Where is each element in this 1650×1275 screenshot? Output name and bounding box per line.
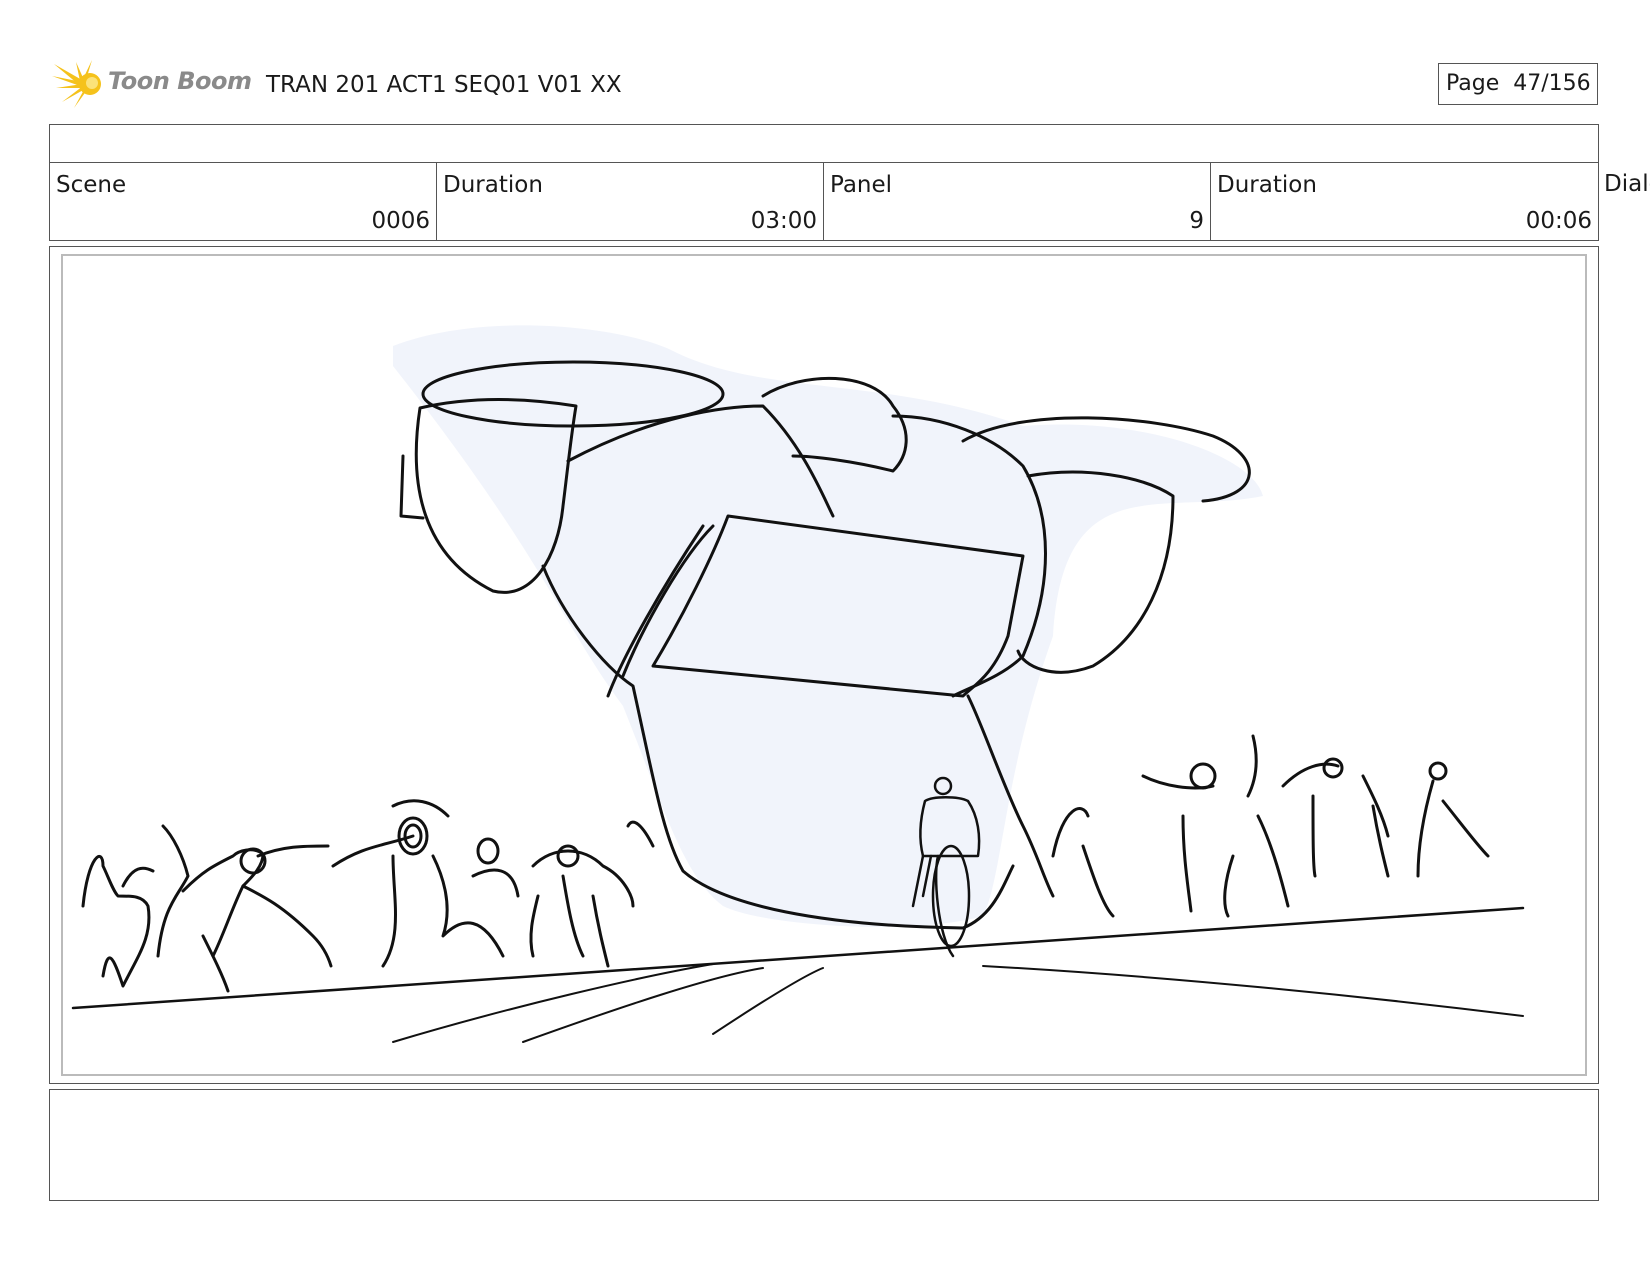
panel-duration-cell: Duration 00:06 <box>1210 162 1599 241</box>
dialogue-label: Dialo <box>1604 171 1650 197</box>
scene-label: Scene <box>56 172 127 198</box>
page-label: Page <box>1446 71 1500 96</box>
scene-info-row: Scene 0006 Duration 03:00 Panel 9 Durati… <box>49 162 1599 241</box>
road-line-3 <box>712 967 824 1035</box>
robot-fill <box>393 325 1263 927</box>
scene-value: 0006 <box>371 208 430 234</box>
toon-boom-logo: Toon Boom <box>52 58 252 110</box>
page-number: 47/156 <box>1513 71 1591 96</box>
scene-cell: Scene 0006 <box>49 162 437 241</box>
panel-value: 9 <box>1189 208 1204 234</box>
document-title: TRAN 201 ACT1 SEQ01 V01 XX <box>266 72 622 98</box>
page-indicator: Page 47/156 <box>1438 63 1598 105</box>
road-line-2 <box>522 967 764 1043</box>
crowd-left <box>81 799 655 993</box>
storyboard-sketch <box>71 325 1525 1043</box>
panel-label: Panel <box>830 172 893 198</box>
storyboard-panel <box>61 254 1587 1076</box>
road-line-4 <box>982 965 1524 1017</box>
panel-cell: Panel 9 <box>823 162 1211 241</box>
panel-duration-value: 00:06 <box>1525 208 1592 234</box>
dialogue-notes-box <box>49 1089 1599 1201</box>
crowd-right <box>1051 734 1490 918</box>
scene-duration-value: 03:00 <box>750 208 817 234</box>
starburst-icon <box>52 60 101 108</box>
logo-text: Toon Boom <box>108 67 252 95</box>
panel-duration-label: Duration <box>1217 172 1317 198</box>
horizon-line <box>71 906 1525 1010</box>
header-blank-bar <box>49 124 1599 163</box>
scene-duration-label: Duration <box>443 172 543 198</box>
scene-duration-cell: Duration 03:00 <box>436 162 824 241</box>
